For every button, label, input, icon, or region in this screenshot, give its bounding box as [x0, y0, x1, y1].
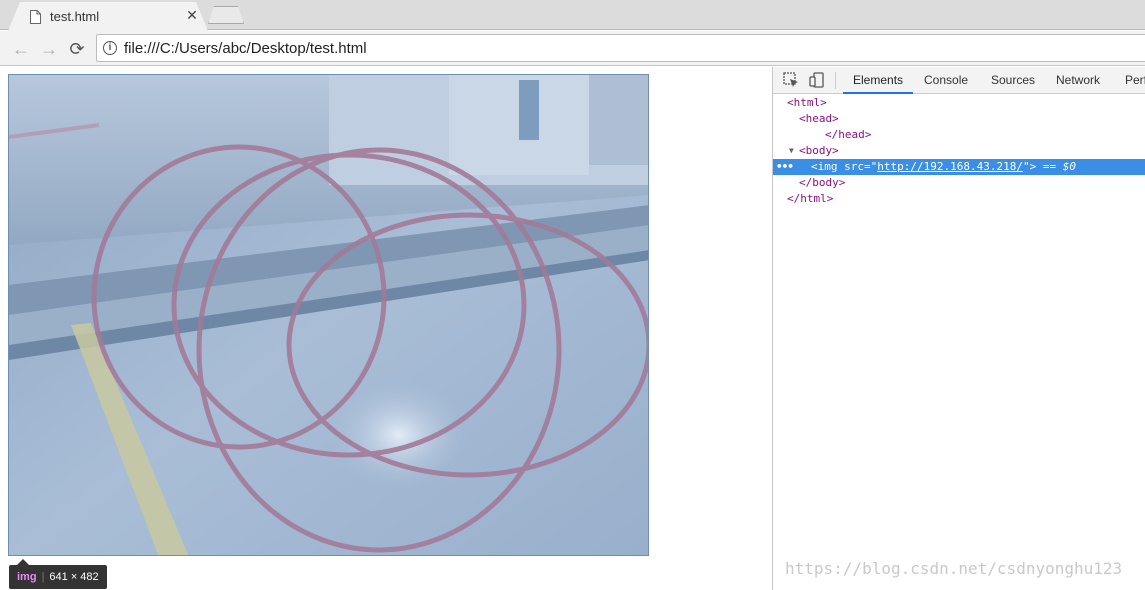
url-text: file:///C:/Users/abc/Desktop/test.html — [124, 40, 367, 57]
dom-node-head[interactable]: <head> — [773, 111, 1145, 127]
tooltip-tag: img — [17, 571, 37, 583]
dom-node-head-close[interactable]: </head> — [773, 127, 1145, 143]
dom-node-body[interactable]: ▼ <body> — [773, 143, 1145, 159]
dom-node-html-close[interactable]: </html> — [773, 191, 1145, 207]
camera-image[interactable] — [8, 74, 649, 556]
info-icon[interactable]: i — [103, 41, 117, 55]
tab-network[interactable]: Network — [1056, 67, 1100, 94]
reload-icon[interactable]: ⟳ — [66, 38, 88, 60]
dom-node-img[interactable]: ••• <img src="http://192.168.43.218/"> =… — [773, 159, 1145, 175]
address-bar[interactable]: i file:///C:/Users/abc/Desktop/test.html — [96, 34, 1145, 62]
back-arrow-icon[interactable]: ← — [10, 38, 32, 60]
close-icon[interactable]: ✕ — [184, 7, 200, 23]
page-viewport: img | 641 × 482 — [0, 67, 772, 590]
watermark-text: https://blog.csdn.net/csdnyonghu123 — [785, 559, 1123, 578]
devtools-tab-bar: Elements Console Sources Network Perf — [773, 67, 1145, 94]
tab-strip: test.html ✕ — [0, 0, 1145, 31]
dom-tree: <html> <head> </head> ▼ <body> ••• <img … — [773, 95, 1145, 207]
element-size-tooltip: img | 641 × 482 — [9, 559, 107, 589]
tab-sources[interactable]: Sources — [991, 67, 1035, 94]
dom-node-html[interactable]: <html> — [773, 95, 1145, 111]
tab-performance[interactable]: Perf — [1125, 67, 1145, 94]
device-toolbar-icon[interactable] — [809, 72, 825, 88]
expand-triangle-icon[interactable]: ▼ — [789, 143, 794, 159]
browser-tab[interactable]: test.html ✕ — [8, 2, 208, 31]
browser-toolbar: ← → ⟳ i file:///C:/Users/abc/Desktop/tes… — [0, 31, 1145, 66]
img-src-link[interactable]: http://192.168.43.218/ — [877, 160, 1023, 173]
tab-elements[interactable]: Elements — [843, 67, 914, 94]
toolbar-divider — [835, 72, 836, 89]
new-tab-button[interactable] — [208, 6, 244, 24]
forward-arrow-icon[interactable]: → — [38, 38, 60, 60]
page-icon — [30, 10, 41, 24]
inspect-element-icon[interactable] — [783, 72, 799, 88]
devtools-panel: Elements Console Sources Network Perf <h… — [772, 67, 1145, 590]
camera-image-picture — [9, 75, 648, 555]
more-options-icon[interactable]: ••• — [776, 159, 794, 175]
tab-console[interactable]: Console — [924, 67, 968, 94]
dom-node-body-close[interactable]: </body> — [773, 175, 1145, 191]
tooltip-size: 641 × 482 — [49, 571, 99, 583]
tab-title: test.html — [50, 9, 100, 24]
